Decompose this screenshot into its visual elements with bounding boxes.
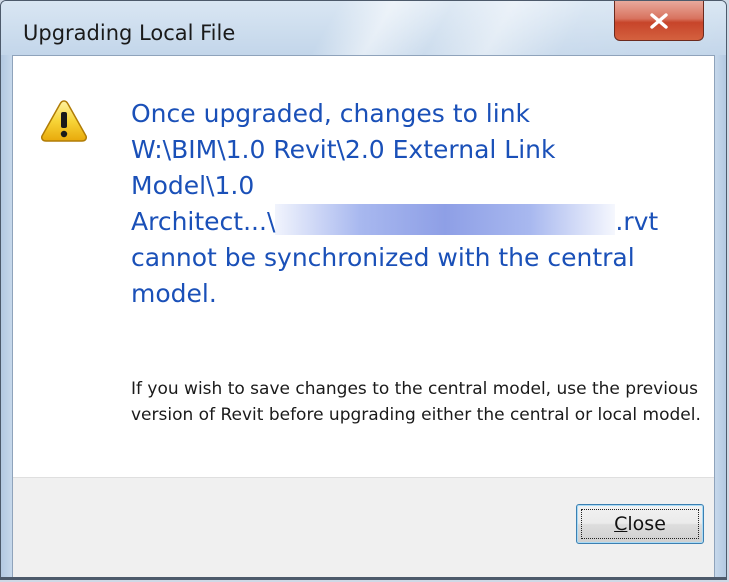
file-extension: .rvt [615,207,659,236]
close-x-icon [650,12,668,29]
close-button-accelerator: C [614,513,628,535]
instruction-line-file: Architect...\ .rvt [131,204,701,240]
titlebar-close-button[interactable] [614,1,704,41]
dialog-footer: Close [13,477,714,579]
window-left-border [1,55,12,579]
dialog-client-area: Once upgraded, changes to link W:\BIM\1.… [12,55,715,579]
dialog-window: Upgrading Local File Once upgraded, chan… [0,0,727,580]
content-text: If you wish to save changes to the centr… [131,379,701,425]
instruction-line: model. [131,279,217,308]
window-right-border [715,55,726,579]
warning-icon [41,100,87,142]
instruction-line: cannot be synchronized with the central [131,243,635,272]
close-button-label: lose [627,513,666,535]
file-path-prefix: Architect...\ [131,207,276,236]
focus-ring: Close [581,509,699,539]
window-bottom-border [1,577,726,579]
main-instruction: Once upgraded, changes to link W:\BIM\1.… [131,96,701,312]
close-button[interactable]: Close [576,504,704,544]
window-title: Upgrading Local File [23,21,236,45]
title-bar[interactable]: Upgrading Local File [1,1,726,55]
instruction-line: Model\1.0 [131,171,255,200]
instruction-line: Once upgraded, changes to link [131,99,531,128]
instruction-line: W:\BIM\1.0 Revit\2.0 External Link [131,135,556,164]
redacted-filename [275,204,616,235]
